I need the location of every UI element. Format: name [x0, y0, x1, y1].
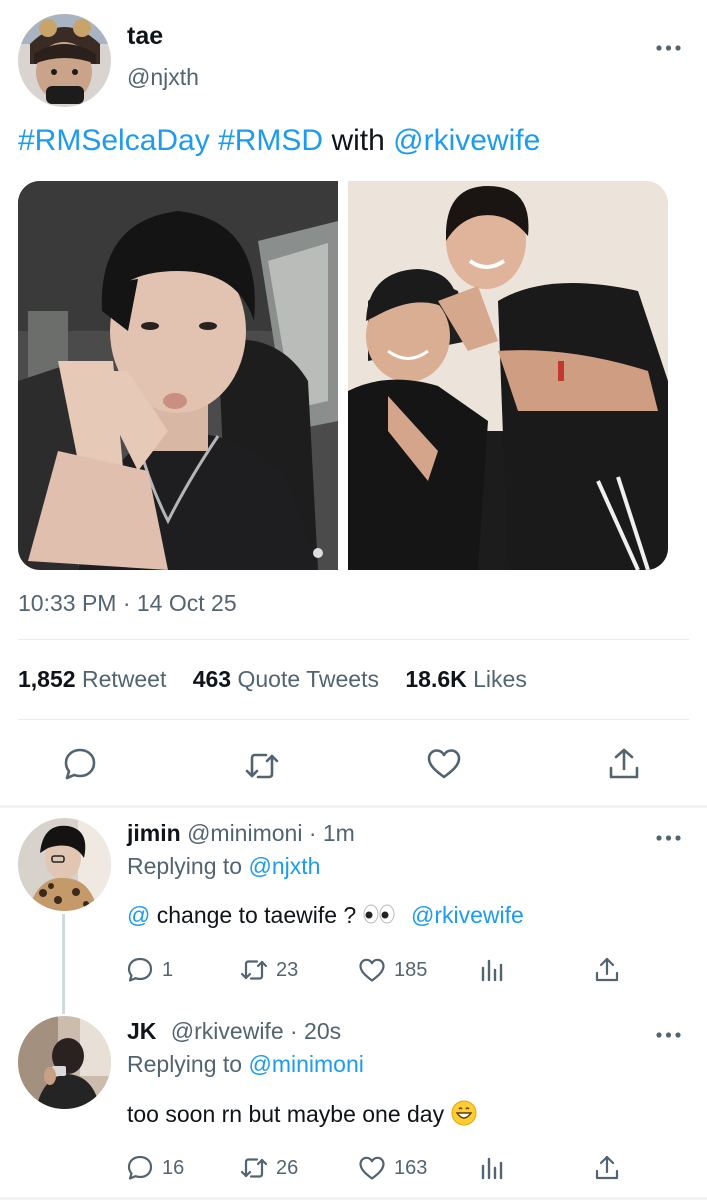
likes-stat[interactable]: 18.6K Likes: [405, 666, 526, 693]
reply-count: 16: [162, 1156, 185, 1179]
more-options-icon[interactable]: [656, 830, 682, 841]
divider: [18, 719, 689, 720]
reply-header: JK @rkivewife · 20s: [127, 1018, 341, 1045]
hashtag-link[interactable]: #RMSD: [218, 124, 323, 157]
analytics-action[interactable]: [478, 956, 506, 984]
more-options-icon[interactable]: [656, 40, 682, 51]
likes-label: Likes: [473, 666, 527, 692]
reply-text: @ change to taewife ? @rkivewife: [127, 902, 524, 930]
analytics-action[interactable]: [478, 1154, 506, 1182]
reply-action[interactable]: 16: [126, 1154, 184, 1182]
reply-author-name[interactable]: JK: [127, 1018, 156, 1044]
section-divider: [0, 805, 707, 808]
reply-author-handle[interactable]: @minimoni: [187, 820, 302, 846]
like-icon: [359, 1156, 385, 1180]
retweet-count: 23: [276, 958, 299, 981]
reply-icon: [127, 957, 153, 982]
retweet-count: 26: [276, 1156, 299, 1179]
reply-count: 1: [162, 958, 174, 981]
replying-to-label: Replying to: [127, 853, 243, 879]
reply-icon: [127, 1155, 153, 1180]
reply-header: jimin @minimoni · 1m: [127, 820, 355, 847]
like-count: 185: [394, 958, 428, 981]
share-icon: [595, 957, 619, 982]
mention-link[interactable]: @: [127, 902, 150, 928]
retweet-icon: [240, 960, 268, 980]
reply-time[interactable]: · 1m: [309, 820, 355, 846]
reply-avatar-jimin[interactable]: [18, 818, 111, 911]
reply-avatar-jk[interactable]: [18, 1016, 111, 1109]
more-options-icon[interactable]: [656, 1027, 682, 1038]
author-handle[interactable]: @njxth: [127, 64, 199, 91]
author-name[interactable]: tae: [127, 22, 163, 51]
reply-author-name[interactable]: jimin: [127, 820, 181, 846]
like-icon: [359, 958, 385, 982]
share-action[interactable]: [593, 956, 621, 984]
replying-to-label: Replying to: [127, 1051, 243, 1077]
retweet-action[interactable]: 23: [240, 956, 298, 984]
retweet-icon[interactable]: [244, 748, 280, 784]
tweet-photo-2[interactable]: [348, 181, 668, 570]
like-count: 163: [394, 1156, 428, 1179]
reply-icon[interactable]: [62, 746, 98, 782]
share-icon: [595, 1155, 619, 1180]
replying-to: Replying to @minimoni: [127, 1051, 364, 1078]
replying-to-mention[interactable]: @minimoni: [248, 1051, 363, 1077]
like-icon[interactable]: [426, 746, 462, 782]
tweet-photo-1[interactable]: [18, 181, 338, 570]
analytics-icon: [481, 1157, 503, 1180]
tweet-timestamp[interactable]: 10:33 PM · 14 Oct 25: [18, 590, 237, 617]
retweet-stat[interactable]: 1,852 Retweet: [18, 666, 166, 693]
replying-to: Replying to @njxth: [127, 853, 320, 880]
divider: [18, 639, 689, 640]
hashtag-link[interactable]: #RMSelcaDay: [18, 124, 210, 157]
tweet-text-word: with: [331, 124, 385, 157]
quote-stat[interactable]: 463 Quote Tweets: [193, 666, 379, 693]
eyes-emoji: [363, 903, 395, 930]
tweet-text: #RMSelcaDay #RMSD with @rkivewife: [18, 124, 540, 158]
reply-action[interactable]: 1: [126, 956, 173, 984]
thread-connector: [62, 914, 65, 1014]
likes-count: 18.6K: [405, 666, 467, 692]
share-action[interactable]: [593, 1154, 621, 1182]
tweet-stats: 1,852 Retweet 463 Quote Tweets 18.6K Lik…: [18, 666, 547, 693]
retweet-label: Retweet: [81, 666, 167, 692]
retweet-action[interactable]: 26: [240, 1154, 298, 1182]
share-icon[interactable]: [606, 746, 642, 782]
quote-label: Quote Tweets: [237, 666, 379, 692]
like-action[interactable]: 163: [358, 1154, 427, 1182]
reply-author-handle[interactable]: @rkivewife: [171, 1018, 284, 1044]
retweet-count: 1,852: [18, 666, 76, 692]
like-action[interactable]: 185: [358, 956, 427, 984]
mention-link[interactable]: @rkivewife: [393, 124, 540, 157]
replying-to-mention[interactable]: @njxth: [248, 853, 320, 879]
retweet-icon: [240, 1158, 268, 1178]
quote-count: 463: [192, 666, 232, 692]
mention-link[interactable]: @rkivewife: [411, 902, 524, 928]
reply-text-content: too soon rn but maybe one day: [127, 1101, 445, 1128]
author-avatar[interactable]: [18, 14, 111, 107]
grinning-emoji: [451, 1100, 477, 1132]
analytics-icon: [481, 959, 503, 982]
reply-text: too soon rn but maybe one day: [127, 1100, 477, 1132]
reply-time[interactable]: · 20s: [290, 1018, 341, 1044]
reply-text-content: change to taewife ?: [150, 902, 363, 928]
